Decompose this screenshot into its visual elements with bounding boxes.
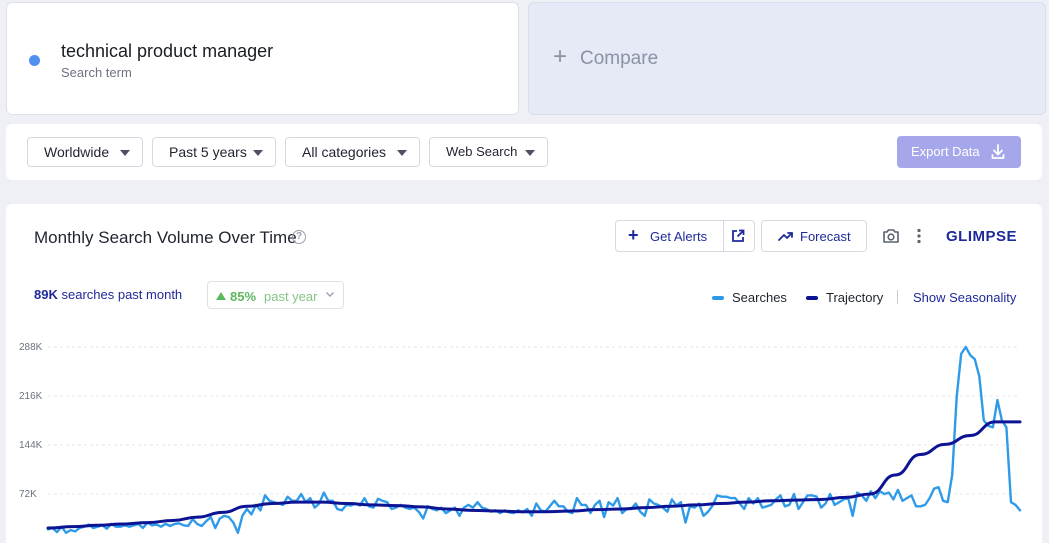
show-seasonality-link[interactable]: Show Seasonality — [913, 290, 1016, 305]
legend-trajectory-label: Trajectory — [826, 290, 884, 305]
legend-searches-label: Searches — [732, 290, 787, 305]
series-color-dot — [29, 55, 40, 66]
legend-searches: Searches — [712, 290, 787, 305]
category-dropdown[interactable]: All categories — [285, 137, 420, 167]
searches-series-line — [46, 345, 1022, 534]
trending-up-icon — [778, 232, 793, 241]
legend-trajectory: Trajectory — [806, 290, 883, 305]
monthly-volume-text: searches past month — [61, 287, 183, 302]
time-range-dropdown[interactable]: Past 5 years — [152, 137, 276, 167]
download-icon — [991, 144, 1005, 159]
help-icon[interactable]: ? — [292, 230, 306, 244]
forecast-button[interactable]: Forecast — [761, 220, 867, 252]
camera-icon[interactable] — [882, 228, 900, 244]
get-alerts-button[interactable]: + Get Alerts — [615, 220, 755, 252]
brand-logo: GLIMPSE — [946, 228, 1018, 245]
plus-icon: + — [553, 43, 568, 70]
caret-down-icon — [120, 150, 130, 156]
legend-divider — [897, 290, 898, 304]
search-term-subtitle: Search term — [61, 65, 132, 80]
caret-down-icon — [397, 150, 407, 156]
y-tick-label: 72K — [19, 489, 37, 500]
source-dropdown[interactable]: Web Search — [429, 137, 548, 167]
search-term-title: technical product manager — [61, 41, 274, 61]
time-range-dropdown-label: Past 5 years — [169, 144, 247, 160]
growth-percent: 85% — [230, 289, 257, 304]
legend-trajectory-swatch — [806, 295, 818, 300]
plus-icon: + — [628, 225, 639, 245]
export-data-label: Export Data — [911, 144, 980, 159]
more-options-icon[interactable] — [916, 228, 922, 244]
caret-down-icon — [253, 150, 263, 156]
y-tick-label: 216K — [19, 391, 43, 402]
compare-button[interactable]: + Compare — [528, 2, 1046, 115]
trajectory-series-line — [46, 420, 1022, 530]
external-link-icon[interactable] — [731, 229, 745, 243]
category-dropdown-label: All categories — [302, 144, 387, 160]
growth-period: past year — [264, 289, 318, 304]
chevron-down-icon — [326, 292, 334, 297]
forecast-label: Forecast — [800, 229, 851, 244]
source-dropdown-label: Web Search — [446, 144, 518, 159]
chart-panel: Monthly Search Volume Over Time ? + Get … — [6, 204, 1042, 543]
y-tick-label: 144K — [19, 440, 43, 451]
chart-title: Monthly Search Volume Over Time — [34, 228, 297, 247]
export-data-button[interactable]: Export Data — [897, 136, 1021, 168]
growth-up-arrow-icon — [216, 292, 226, 300]
y-tick-label: 288K — [19, 342, 43, 353]
get-alerts-label: Get Alerts — [650, 229, 708, 244]
monthly-volume-metric: 89K searches past month — [34, 287, 182, 302]
caret-down-icon — [525, 150, 535, 156]
button-divider — [723, 221, 724, 251]
search-term-card[interactable]: technical product manager Search term — [6, 2, 519, 115]
filters-bar: Worldwide Past 5 years All categories We… — [6, 124, 1042, 180]
search-volume-chart: 288K 216K 144K 72K — [19, 342, 1022, 534]
yearly-growth-dropdown[interactable]: 85% past year — [207, 281, 344, 309]
monthly-volume-value: 89K — [34, 287, 58, 302]
legend-searches-swatch — [712, 295, 724, 300]
location-dropdown[interactable]: Worldwide — [27, 137, 143, 167]
location-dropdown-label: Worldwide — [44, 144, 110, 160]
compare-label: Compare — [580, 48, 659, 69]
